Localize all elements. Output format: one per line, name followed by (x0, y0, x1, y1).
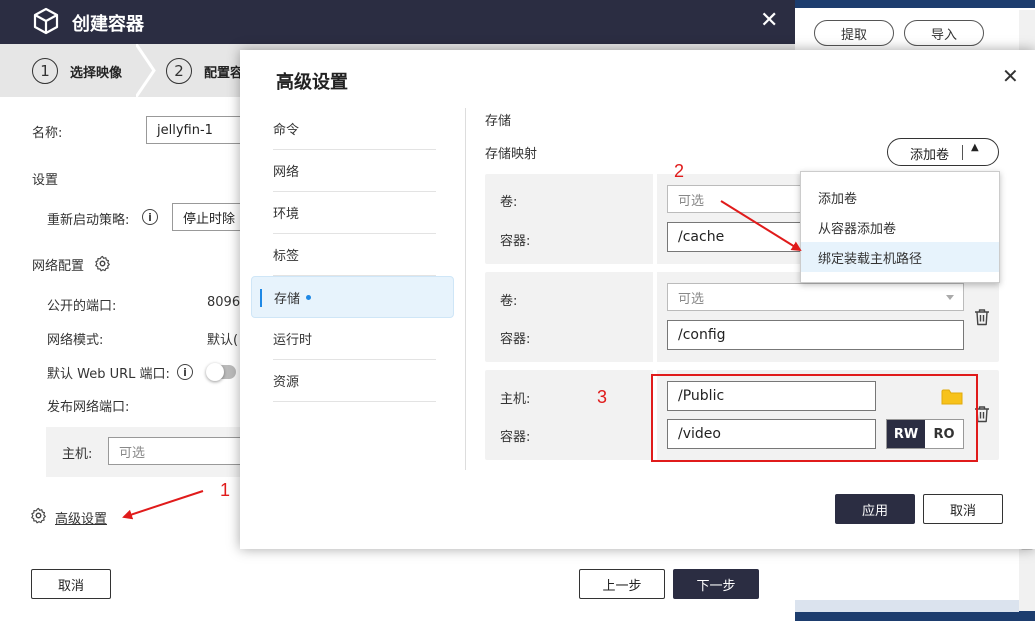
info-icon[interactable]: i (177, 364, 193, 380)
storage-mapping-title: 存储映射 (485, 147, 538, 162)
network-config-label: 网络配置 (32, 259, 85, 274)
info-icon[interactable]: i (142, 209, 158, 225)
annotation-number: 3 (597, 387, 608, 407)
nav-label: 网络 (273, 165, 300, 180)
nav-item-storage[interactable]: 存储 (251, 276, 454, 318)
add-volume-dropdown: 添加卷 从容器添加卷 绑定装载主机路径 (800, 171, 1000, 283)
nav-label: 存储 (274, 291, 301, 307)
public-ports-value: 8096 (207, 295, 241, 310)
nav-label: 运行时 (273, 333, 313, 348)
restart-policy-label: 重新启动策略: (47, 213, 130, 228)
container-label: 容器: (500, 234, 531, 249)
default-web-url-label: 默认 Web URL 端口: (47, 367, 170, 382)
modified-dot-icon (306, 294, 312, 300)
step-select-image[interactable]: 1 选择映像 (32, 58, 122, 84)
nav-label: 标签 (273, 249, 300, 264)
step-chevron-icon (136, 44, 156, 97)
divider (465, 108, 466, 470)
nav-item-environment[interactable]: 环境 (273, 192, 436, 234)
previous-step-button[interactable]: 上一步 (579, 569, 665, 599)
host-label: 主机: (500, 392, 531, 407)
nav-item-resources[interactable]: 资源 (273, 360, 436, 402)
storage-section-title: 存储 (485, 114, 512, 129)
nav-item-labels[interactable]: 标签 (273, 234, 436, 276)
dropdown-item-add-volume[interactable]: 添加卷 (801, 182, 999, 212)
advanced-settings-link[interactable]: 高级设置 (55, 508, 107, 527)
volume-mapping-card: 卷: 可选 容器: /config (485, 272, 999, 362)
annotation-number: 1 (220, 480, 231, 500)
host-label: 主机: (62, 447, 93, 462)
close-icon[interactable]: ✕ (1002, 64, 1019, 88)
host-input[interactable]: 可选 (108, 437, 246, 465)
card-separator (653, 174, 657, 264)
volume-placeholder: 可选 (678, 193, 705, 209)
divider (962, 145, 963, 160)
nav-label: 命令 (273, 123, 300, 138)
active-indicator (260, 289, 262, 307)
name-input[interactable]: jellyfin-1 (146, 116, 246, 144)
extract-button[interactable]: 提取 (814, 20, 894, 46)
add-volume-button[interactable]: 添加卷 ▲ (887, 138, 999, 166)
publish-ports-label: 发布网络端口: (47, 400, 130, 415)
nav-label: 环境 (273, 207, 300, 222)
gear-icon[interactable] (30, 507, 47, 524)
host-placeholder: 可选 (119, 445, 146, 461)
volume-select[interactable]: 可选 (667, 185, 807, 213)
dialog-title: 创建容器 (72, 14, 144, 35)
public-ports-label: 公开的端口: (47, 299, 117, 314)
volume-label: 卷: (500, 195, 518, 210)
background-bottom-bar (795, 600, 1019, 612)
name-label: 名称: (32, 126, 63, 141)
container-cube-icon (33, 7, 59, 35)
settings-heading: 设置 (32, 173, 59, 188)
network-mode-value: 默认( (207, 333, 239, 348)
step-label: 配置容 (204, 65, 244, 81)
step-configure[interactable]: 2 配置容 (166, 58, 243, 84)
container-path-input[interactable]: /cache (667, 222, 807, 252)
restart-policy-select[interactable]: 停止时除 (172, 203, 246, 231)
container-label: 容器: (500, 332, 531, 347)
annotation-number: 2 (674, 161, 685, 181)
advanced-settings-dialog: 高级设置 ✕ 命令 网络 环境 标签 存储 运行时 资源 存储 存储映射 添加卷… (240, 50, 1035, 549)
card-separator (653, 272, 657, 362)
annotation-highlight-box (651, 374, 978, 462)
toggle-knob (206, 363, 224, 381)
gear-icon[interactable] (94, 255, 111, 272)
step-number: 2 (166, 58, 192, 84)
volume-placeholder: 可选 (678, 291, 705, 307)
next-step-button[interactable]: 下一步 (673, 569, 759, 599)
cancel-button[interactable]: 取消 (31, 569, 111, 599)
dialog-title: 高级设置 (276, 72, 348, 93)
container-label: 容器: (500, 430, 531, 445)
dialog-title-bar: 创建容器 ✕ (0, 0, 795, 44)
trash-icon[interactable] (974, 308, 990, 326)
add-volume-label: 添加卷 (910, 148, 950, 163)
cancel-button[interactable]: 取消 (923, 494, 1003, 524)
step-label: 选择映像 (70, 65, 123, 81)
caret-up-icon[interactable]: ▲ (971, 142, 979, 153)
dropdown-item-bind-host-path[interactable]: 绑定装载主机路径 (801, 242, 999, 272)
dropdown-item-add-from-container[interactable]: 从容器添加卷 (801, 212, 999, 242)
close-icon[interactable]: ✕ (760, 8, 778, 33)
chevron-down-icon (946, 295, 954, 300)
import-button[interactable]: 导入 (904, 20, 984, 46)
step-number: 1 (32, 58, 58, 84)
nav-item-runtime[interactable]: 运行时 (273, 318, 436, 360)
network-mode-label: 网络模式: (47, 333, 104, 348)
web-url-toggle[interactable] (206, 363, 236, 381)
volume-label: 卷: (500, 294, 518, 309)
container-path-input[interactable]: /config (667, 320, 964, 350)
nav-label: 资源 (273, 375, 300, 390)
nav-item-command[interactable]: 命令 (273, 108, 436, 150)
nav-item-network[interactable]: 网络 (273, 150, 436, 192)
volume-select[interactable]: 可选 (667, 283, 964, 311)
apply-button[interactable]: 应用 (835, 494, 915, 524)
